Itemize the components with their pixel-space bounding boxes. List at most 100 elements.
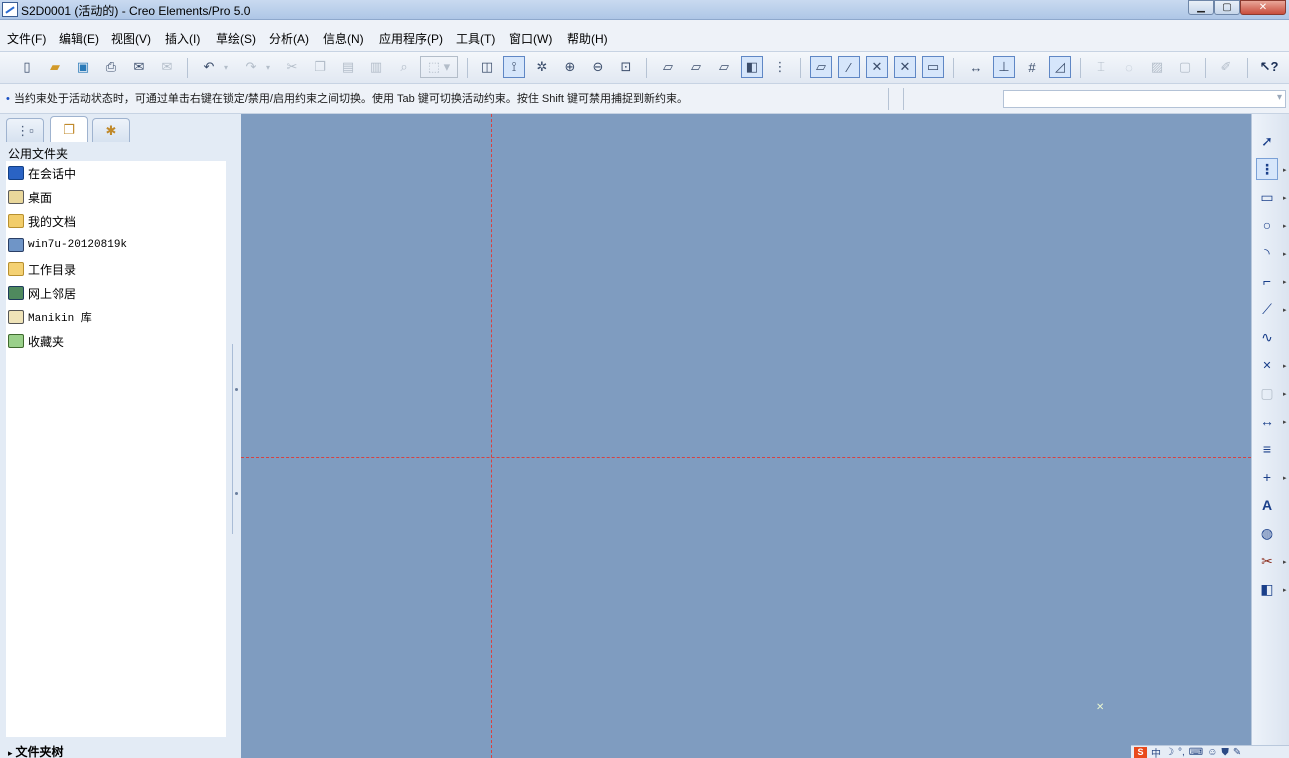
menu-help[interactable]: 帮助(H) — [567, 30, 608, 47]
list-item[interactable]: 网上邻居 — [8, 283, 76, 303]
circle-icon[interactable]: ○ — [1256, 214, 1278, 236]
smart-filter-select[interactable] — [1003, 90, 1286, 108]
show-grid-icon[interactable]: # — [1021, 56, 1043, 78]
chamfer-icon[interactable]: ⟋ — [1256, 298, 1278, 320]
hidden-line-icon[interactable]: ▱ — [685, 56, 707, 78]
favorites-tab-icon[interactable]: ✱ — [92, 118, 130, 142]
punctuation-icon[interactable]: °, — [1178, 747, 1185, 758]
line-flyout-arrow-icon[interactable]: ▸ — [1283, 166, 1287, 174]
datum-points-icon[interactable]: ✕ — [866, 56, 888, 78]
line-icon[interactable]: ⋮ — [1256, 158, 1278, 180]
datum-axes-icon[interactable]: ∕ — [838, 56, 860, 78]
menu-applications[interactable]: 应用程序(P) — [379, 30, 443, 47]
circle-flyout-arrow-icon[interactable]: ▸ — [1283, 222, 1287, 230]
menu-analysis[interactable]: 分析(A) — [269, 30, 309, 47]
trim-icon[interactable]: ✂ — [1256, 550, 1278, 572]
new-icon[interactable]: ▯ — [16, 56, 38, 78]
modify-icon[interactable]: ≡ — [1256, 438, 1278, 460]
repaint-icon[interactable]: ✲ — [531, 56, 553, 78]
use-edge-icon[interactable]: ▢ — [1256, 382, 1278, 404]
zoom-out-icon[interactable]: ⊖ — [587, 56, 609, 78]
constraint-icon[interactable]: + — [1256, 466, 1278, 488]
maximize-button[interactable]: ▢ — [1214, 0, 1240, 15]
shading-icon[interactable]: ◧ — [741, 56, 763, 78]
keyboard-icon[interactable]: ⌨ — [1189, 747, 1203, 758]
dimension-flyout-arrow-icon[interactable]: ▸ — [1283, 418, 1287, 426]
text-icon[interactable]: A — [1256, 494, 1278, 516]
menu-sketch[interactable]: 草绘(S) — [216, 30, 256, 47]
list-item[interactable]: 在会话中 — [8, 163, 76, 183]
mirror-icon[interactable]: ◧ — [1256, 578, 1278, 600]
sketch-display-icon[interactable]: ⟟ — [503, 56, 525, 78]
cut-icon[interactable]: ✂ — [281, 56, 303, 78]
disabled-tool-1-icon[interactable]: ⌶ — [1090, 56, 1112, 78]
annotations-icon[interactable]: ▭ — [922, 56, 944, 78]
list-item[interactable]: Manikin 库 — [8, 307, 92, 327]
list-item[interactable]: win7u-20120819k — [8, 235, 127, 255]
rectangle-flyout-arrow-icon[interactable]: ▸ — [1283, 194, 1287, 202]
moon-icon[interactable]: ☽ — [1165, 747, 1174, 758]
point-flyout-arrow-icon[interactable]: ▸ — [1283, 362, 1287, 370]
minimize-button[interactable]: ▁ — [1188, 0, 1214, 15]
open-icon[interactable]: ▰ — [44, 56, 66, 78]
list-item[interactable]: 桌面 — [8, 187, 52, 207]
disabled-tool-2-icon[interactable]: ◌ — [1118, 56, 1140, 78]
fillet-icon[interactable]: ⌐ — [1256, 270, 1278, 292]
wireframe-icon[interactable]: ▱ — [657, 56, 679, 78]
paste-special-icon[interactable]: ▥ — [365, 56, 387, 78]
arc-icon[interactable]: ◝ — [1256, 242, 1278, 264]
chamfer-flyout-arrow-icon[interactable]: ▸ — [1283, 306, 1287, 314]
menu-file[interactable]: 文件(F) — [7, 30, 46, 47]
show-dimensions-icon[interactable]: ↔ — [965, 56, 987, 78]
use-edge-flyout-arrow-icon[interactable]: ▸ — [1283, 390, 1287, 398]
ime-indicator[interactable]: S — [1134, 746, 1147, 758]
disabled-tool-3-icon[interactable]: ▨ — [1146, 56, 1168, 78]
undo-dropdown-icon[interactable]: ▾ — [220, 56, 232, 78]
shirt-icon[interactable]: ⛊ — [1221, 747, 1229, 758]
print-icon[interactable]: ⎙ — [100, 56, 122, 78]
tools-icon[interactable]: ✎ — [1233, 747, 1241, 758]
close-button[interactable]: ✕ — [1240, 0, 1286, 15]
graphics-window[interactable]: ✕ — [241, 114, 1251, 758]
context-help-icon[interactable]: ↖? — [1258, 56, 1280, 78]
arc-flyout-arrow-icon[interactable]: ▸ — [1283, 250, 1287, 258]
find-icon[interactable]: ⌕ — [393, 56, 415, 78]
dimension-icon[interactable]: ↔ — [1256, 410, 1278, 432]
no-hidden-icon[interactable]: ▱ — [713, 56, 735, 78]
paste-icon[interactable]: ▤ — [337, 56, 359, 78]
menu-edit[interactable]: 编辑(E) — [59, 30, 99, 47]
send-attachment-icon[interactable]: ✉ — [156, 56, 178, 78]
folder-tree-toggle[interactable]: 文件夹树 — [8, 743, 64, 758]
constraint-flyout-arrow-icon[interactable]: ▸ — [1283, 474, 1287, 482]
folder-browser-tab-icon[interactable]: ❐ — [50, 116, 88, 142]
select-icon[interactable]: ➚ — [1256, 130, 1278, 152]
show-vertices-icon[interactable]: ◿ — [1049, 56, 1071, 78]
spline-icon[interactable]: ∿ — [1256, 326, 1278, 348]
fillet-flyout-arrow-icon[interactable]: ▸ — [1283, 278, 1287, 286]
mirror-flyout-arrow-icon[interactable]: ▸ — [1283, 586, 1287, 594]
menu-tools[interactable]: 工具(T) — [456, 30, 495, 47]
copy-icon[interactable]: ❐ — [309, 56, 331, 78]
selection-filter-icon[interactable]: ⬚ ▾ — [420, 56, 458, 78]
undo-icon[interactable]: ↶ — [198, 56, 220, 78]
send-mail-icon[interactable]: ✉ — [128, 56, 150, 78]
menu-insert[interactable]: 插入(I) — [165, 30, 200, 47]
palette-icon[interactable]: ◍ — [1256, 522, 1278, 544]
model-tree-tab-icon[interactable]: ⋮▫ — [6, 118, 44, 142]
list-item[interactable]: 我的文档 — [8, 211, 76, 231]
trim-flyout-arrow-icon[interactable]: ▸ — [1283, 558, 1287, 566]
sketch-orientation-icon[interactable]: ◫ — [476, 56, 498, 78]
language-indicator[interactable]: 中 — [1151, 745, 1161, 758]
refit-icon[interactable]: ⊡ — [615, 56, 637, 78]
save-icon[interactable]: ▣ — [72, 56, 94, 78]
datum-planes-icon[interactable]: ▱ — [810, 56, 832, 78]
coordinate-systems-icon[interactable]: ✕ — [894, 56, 916, 78]
menu-info[interactable]: 信息(N) — [323, 30, 364, 47]
rectangle-icon[interactable]: ▭ — [1256, 186, 1278, 208]
zoom-in-icon[interactable]: ⊕ — [559, 56, 581, 78]
redo-dropdown-icon[interactable]: ▾ — [262, 56, 274, 78]
disabled-tool-5-icon[interactable]: ✐ — [1215, 56, 1237, 78]
disabled-tool-4-icon[interactable]: ▢ — [1174, 56, 1196, 78]
menu-window[interactable]: 窗口(W) — [509, 30, 552, 47]
point-icon[interactable]: ✕ — [1256, 354, 1278, 376]
